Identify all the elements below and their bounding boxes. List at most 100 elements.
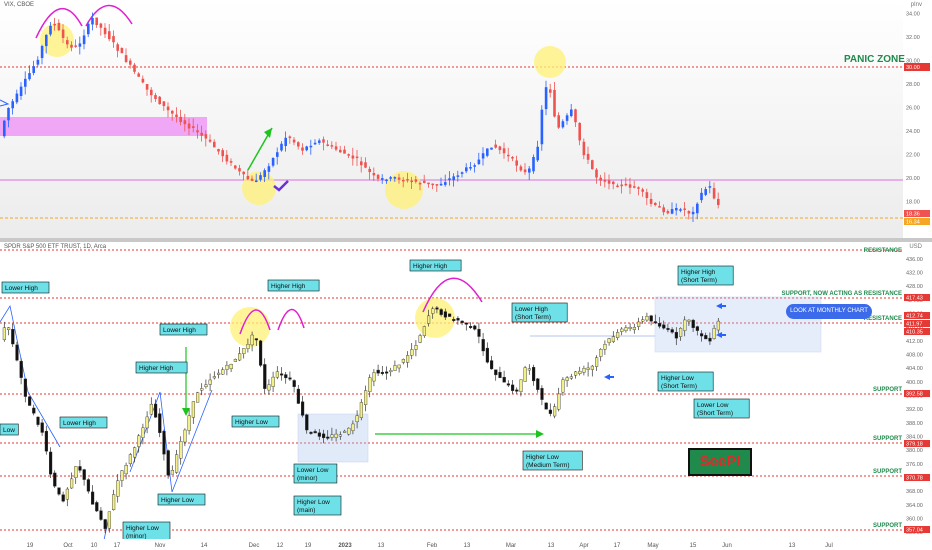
spy-candle [141, 427, 145, 438]
spy-chart-pane[interactable]: 436.00432.00428.00424.00420.00416.00412.… [0, 242, 932, 539]
vix-candle [196, 130, 199, 133]
spy-candle [620, 328, 624, 332]
date-tick-label: 13 [548, 543, 555, 549]
spy-chart[interactable]: 436.00432.00428.00424.00420.00416.00412.… [0, 242, 932, 539]
spy-annotation-sublabel: (Medium Term) [526, 462, 570, 469]
vix-chart-pane[interactable]: 34.00 32.00 30.00 28.00 26.00 24.00 22.00 20.00… [0, 0, 932, 238]
spy-candle [162, 430, 166, 455]
vix-candle [612, 181, 615, 185]
vix-candle [624, 183, 628, 186]
vix-candle [347, 154, 350, 156]
spy-candle [557, 393, 561, 410]
spy-annotation-label: Higher Low [661, 375, 694, 382]
date-tick-label: Nov [155, 543, 166, 549]
date-tick-label: 10 [91, 543, 98, 549]
vix-candle [712, 188, 716, 199]
spy-candle [338, 434, 342, 437]
vix-candle [154, 95, 157, 99]
vix-candle [372, 172, 376, 176]
vix-title: VIX, CBOE [4, 2, 35, 8]
spy-price-badge-label: 412.74 [906, 314, 923, 320]
vix-candle [108, 31, 111, 40]
spy-price-badge-label: 410.35 [906, 330, 923, 336]
spy-candle [65, 488, 69, 500]
spy-candle [343, 430, 347, 433]
spy-candle [49, 451, 53, 475]
spy-candle [288, 377, 292, 380]
spy-tick-label: 388.00 [906, 421, 923, 427]
vix-candle [36, 59, 40, 65]
spy-candle [90, 491, 95, 505]
spy-candle [393, 365, 397, 371]
vix-candle [66, 40, 69, 45]
vix-candle [616, 185, 619, 188]
vix-candle [389, 177, 392, 179]
spy-annotation-label: Higher High [681, 269, 716, 276]
date-tick-label: 17 [114, 543, 121, 549]
spy-annotation-label: Lower Low [697, 402, 729, 409]
date-tick-label: Jun [722, 543, 732, 549]
spy-candle [565, 377, 569, 381]
vix-candle [561, 121, 565, 128]
spy-candle [452, 319, 456, 321]
date-tick-label: Dec [249, 543, 260, 549]
vix-candle [494, 144, 497, 148]
vix-candle [717, 198, 720, 206]
spy-candle [78, 466, 82, 471]
vix-candle [204, 134, 208, 139]
spy-candle [195, 392, 200, 403]
vix-candle [234, 165, 237, 169]
spy-candle [527, 368, 531, 371]
date-tick-label: 19 [27, 543, 34, 549]
vix-candle [200, 132, 203, 136]
seepi-signature: SeePI [688, 448, 752, 476]
spy-candle [611, 336, 615, 342]
vix-candle [683, 208, 686, 210]
date-tick-label: Feb [427, 543, 438, 549]
spy-candle [74, 466, 78, 478]
vix-candle [431, 183, 434, 186]
spy-candle [469, 326, 473, 328]
vix-candle [171, 110, 174, 114]
vix-candle [444, 182, 447, 185]
spy-candle [280, 373, 284, 376]
spy-candle [519, 379, 523, 392]
spy-candle [460, 320, 464, 323]
vix-candle [708, 186, 712, 188]
spy-candle [561, 379, 565, 393]
vix-price-badge-label: 18.36 [906, 212, 920, 218]
spy-top-arc [277, 308, 305, 331]
spy-candle [32, 407, 36, 414]
vix-candle [637, 187, 640, 189]
vix-candle [696, 203, 699, 214]
spy-price-badge-label: 370.78 [906, 476, 923, 482]
vix-unit: pInv [910, 2, 922, 8]
vix-candle [675, 208, 678, 211]
spy-tick-label: 432.00 [906, 271, 923, 277]
spy-candle [359, 402, 363, 418]
date-tick-label: 15 [690, 543, 697, 549]
spy-candle [317, 432, 321, 437]
vix-highlight-circle [534, 46, 566, 78]
spy-candle [582, 368, 586, 373]
vix-candle [217, 149, 220, 152]
spy-candle [69, 478, 74, 489]
vix-candle [700, 192, 703, 201]
vix-candle [82, 35, 86, 45]
look-at-monthly-chart-callout[interactable]: LOOK AT MONTHLY CHART [786, 304, 872, 319]
vix-chart[interactable]: 34.00 32.00 30.00 28.00 26.00 24.00 22.00 20.00… [0, 0, 932, 238]
vix-candle [645, 192, 649, 199]
spy-candle [158, 413, 162, 433]
vix-candle [280, 143, 283, 151]
spy-candle [128, 454, 132, 465]
vix-candle [3, 120, 6, 137]
spy-candle [586, 367, 590, 370]
vix-candle [99, 23, 103, 28]
spy-candle [649, 315, 653, 322]
spy-candle [473, 325, 477, 330]
vix-candle [658, 206, 661, 208]
vix-candle [225, 154, 229, 162]
vix-candle [536, 146, 539, 161]
date-tick-label: Mar [506, 543, 516, 549]
spy-candle [716, 320, 720, 331]
